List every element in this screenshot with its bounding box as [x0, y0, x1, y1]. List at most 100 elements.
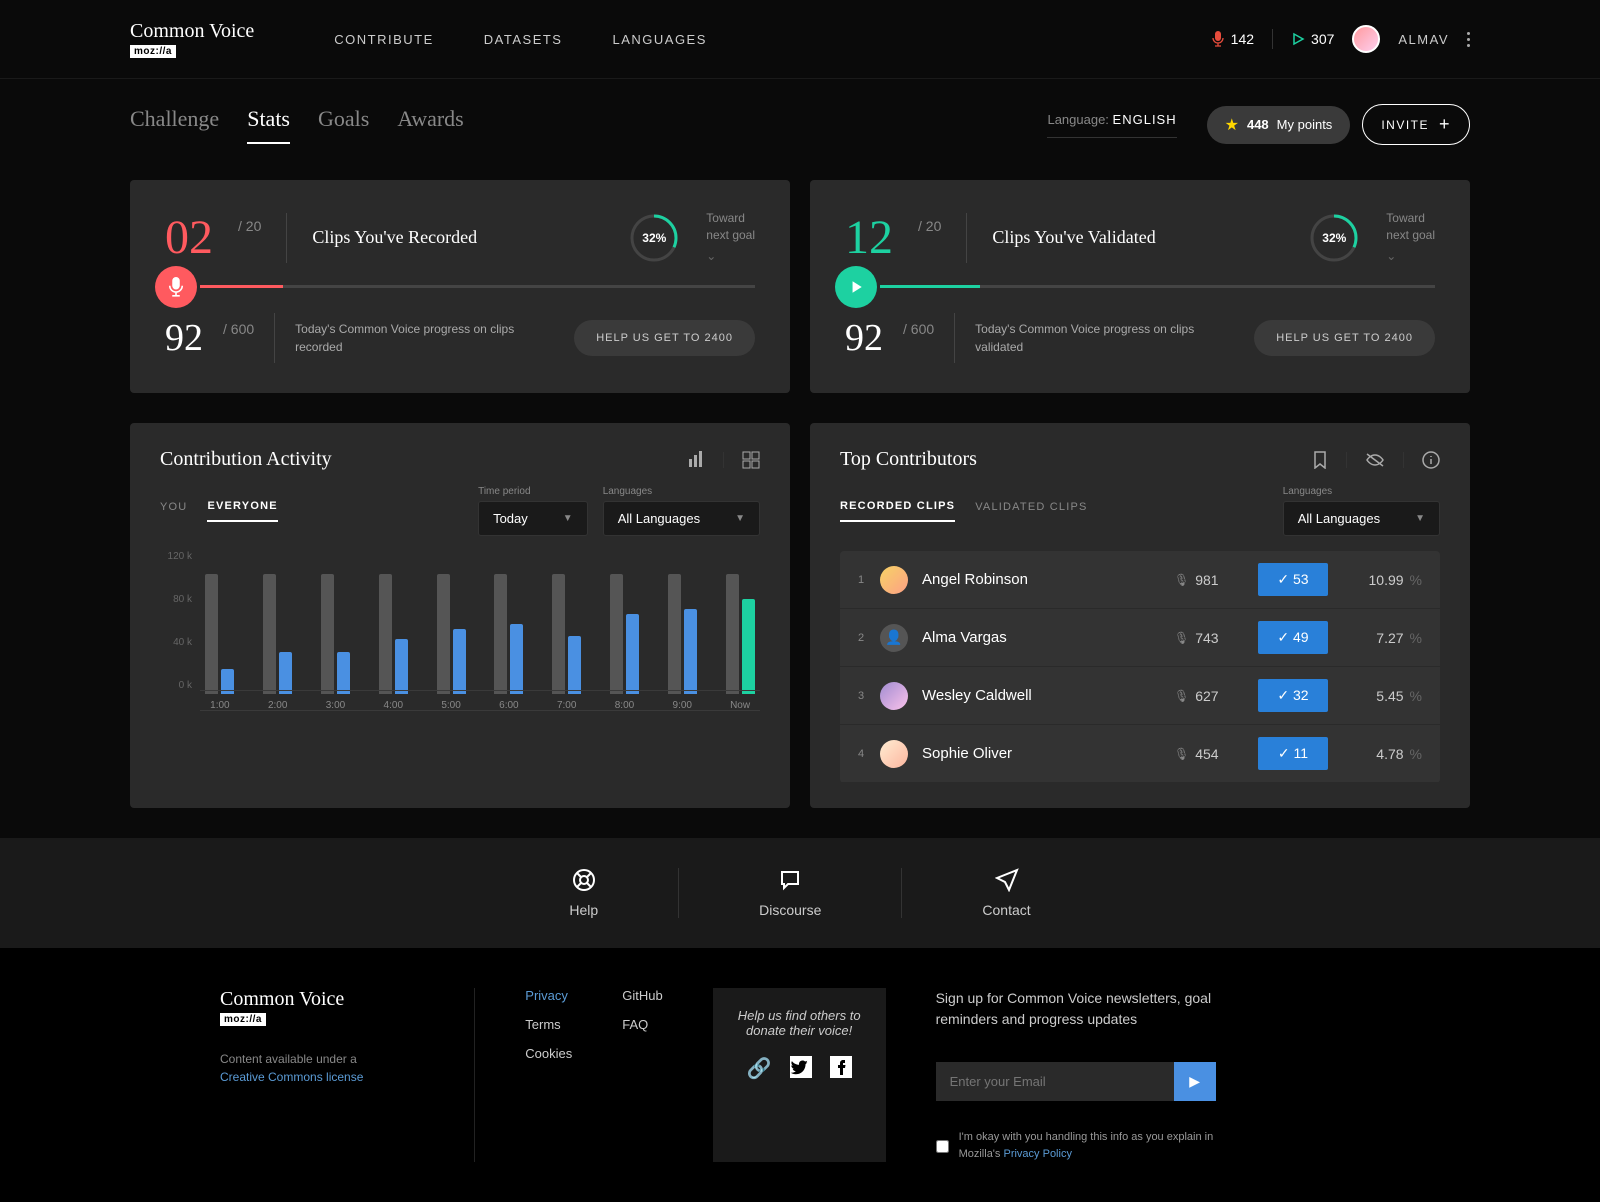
- language-select[interactable]: All Languages ▼: [603, 501, 760, 536]
- github-link[interactable]: GitHub: [622, 988, 662, 1003]
- discourse-icon: [778, 868, 802, 892]
- help-button[interactable]: HELP US GET TO 2400: [1254, 320, 1435, 356]
- table-row[interactable]: 2 👤 Alma Vargas 🎙743 ✓ 49 7.27%: [840, 609, 1440, 667]
- consent-checkbox[interactable]: I'm okay with you handling this info as …: [936, 1129, 1216, 1162]
- recorded-count-value: 142: [1231, 31, 1254, 47]
- contact-icon: [995, 868, 1019, 892]
- period-select[interactable]: Today ▼: [478, 501, 588, 536]
- bar-chart-icon[interactable]: [687, 451, 705, 469]
- terms-link[interactable]: Terms: [525, 1017, 572, 1032]
- recorded-number: 02: [165, 210, 213, 265]
- divider: [1403, 452, 1404, 468]
- twitter-icon[interactable]: [790, 1056, 812, 1081]
- plus-icon: +: [1439, 114, 1451, 135]
- contributor-name: Angel Robinson: [922, 571, 1160, 588]
- eye-off-icon[interactable]: [1365, 452, 1385, 468]
- percent: 5.45%: [1342, 688, 1422, 704]
- recorded-title: Clips You've Recorded: [312, 227, 602, 248]
- chevron-down-icon: ▼: [563, 513, 573, 524]
- tab-validated-clips[interactable]: VALIDATED CLIPS: [975, 501, 1087, 521]
- rank: 2: [858, 632, 866, 644]
- avatar: 👤: [880, 624, 908, 652]
- validated-total: / 20: [918, 218, 941, 234]
- divider: [901, 868, 902, 918]
- help-button[interactable]: HELP US GET TO 2400: [574, 320, 755, 356]
- table-row[interactable]: 3 Wesley Caldwell 🎙627 ✓ 32 5.45%: [840, 667, 1440, 725]
- tab-recorded-clips[interactable]: RECORDED CLIPS: [840, 500, 955, 522]
- language-select[interactable]: All Languages ▼: [1283, 501, 1440, 536]
- avatar: [880, 740, 908, 768]
- tab-everyone[interactable]: EVERYONE: [207, 500, 277, 522]
- privacy-link[interactable]: Privacy: [525, 988, 572, 1003]
- recorded-total: / 20: [238, 218, 261, 234]
- progress-bar: [880, 285, 1435, 288]
- recorded-stat: 🎙981: [1174, 572, 1244, 588]
- nav-contribute[interactable]: CONTRIBUTE: [334, 32, 434, 47]
- bookmark-icon[interactable]: [1312, 451, 1328, 469]
- donate-box: Help us find others to donate their voic…: [713, 988, 886, 1162]
- tab-you[interactable]: YOU: [160, 501, 187, 521]
- faq-link[interactable]: FAQ: [622, 1017, 662, 1032]
- contributor-name: Alma Vargas: [922, 629, 1160, 646]
- avatar[interactable]: [1352, 25, 1380, 53]
- link-icon[interactable]: 🔗: [747, 1056, 772, 1081]
- rank: 1: [858, 574, 866, 586]
- logo-text: Common Voice: [130, 20, 254, 43]
- tab-goals[interactable]: Goals: [318, 106, 369, 144]
- recorded-count[interactable]: 142: [1211, 31, 1254, 47]
- contributor-name: Wesley Caldwell: [922, 687, 1160, 704]
- facebook-icon[interactable]: [830, 1056, 852, 1081]
- rank: 3: [858, 690, 866, 702]
- help-link[interactable]: Help: [569, 868, 598, 918]
- play-icon[interactable]: [835, 266, 877, 308]
- divider: [274, 313, 275, 363]
- invite-button[interactable]: INVITE +: [1362, 104, 1470, 145]
- discourse-link[interactable]: Discourse: [759, 868, 821, 918]
- record-icon[interactable]: [155, 266, 197, 308]
- license-link[interactable]: Creative Commons license: [220, 1070, 363, 1084]
- period-label: Time period: [478, 486, 588, 497]
- mic-icon: [1211, 31, 1225, 47]
- more-menu-icon[interactable]: [1467, 32, 1470, 47]
- star-icon: ★: [1225, 115, 1239, 135]
- username[interactable]: ALMAV: [1398, 32, 1449, 47]
- privacy-policy-link[interactable]: Privacy Policy: [1003, 1148, 1071, 1160]
- language-selector[interactable]: Language: ENGLISH: [1047, 112, 1176, 138]
- validated-count[interactable]: 307: [1291, 31, 1334, 47]
- gauge-value: 32%: [1322, 231, 1346, 245]
- table-row[interactable]: 1 Angel Robinson 🎙981 ✓ 53 10.99%: [840, 551, 1440, 609]
- contributor-name: Sophie Oliver: [922, 745, 1160, 762]
- progress-bar: [200, 285, 755, 288]
- contact-link[interactable]: Contact: [982, 868, 1030, 918]
- info-icon[interactable]: [1422, 451, 1440, 469]
- rank: 4: [858, 748, 866, 760]
- cookies-link[interactable]: Cookies: [525, 1046, 572, 1061]
- nav-languages[interactable]: LANGUAGES: [612, 32, 706, 47]
- validated-badge: ✓ 11: [1258, 737, 1328, 770]
- logo[interactable]: Common Voice moz://a: [130, 20, 254, 58]
- points-badge[interactable]: ★ 448 My points: [1207, 106, 1351, 144]
- chevron-down-icon: ⌄: [1386, 248, 1435, 265]
- consent-input[interactable]: [936, 1131, 949, 1162]
- validated-title: Clips You've Validated: [992, 227, 1282, 248]
- mic-icon: 🎙: [1174, 689, 1189, 703]
- email-input[interactable]: [936, 1062, 1174, 1101]
- goal-text[interactable]: Toward next goal ⌄: [1386, 210, 1435, 264]
- divider: [474, 988, 475, 1162]
- goal-text[interactable]: Toward next goal ⌄: [706, 210, 755, 264]
- activity-title: Contribution Activity: [160, 448, 332, 471]
- email-submit-button[interactable]: ▶: [1174, 1062, 1216, 1101]
- avatar: [880, 682, 908, 710]
- top-title: Top Contributors: [840, 448, 977, 471]
- tab-awards[interactable]: Awards: [397, 106, 463, 144]
- top-contributors-panel: Top Contributors RECORDED CLIPS VALIDATE…: [810, 423, 1470, 808]
- nav-datasets[interactable]: DATASETS: [484, 32, 563, 47]
- table-row[interactable]: 4 Sophie Oliver 🎙454 ✓ 11 4.78%: [840, 725, 1440, 783]
- validated-number: 12: [845, 210, 893, 265]
- divider: [723, 452, 724, 468]
- grid-icon[interactable]: [742, 451, 760, 469]
- chevron-down-icon: ⌄: [706, 248, 755, 265]
- activity-panel: Contribution Activity YOU EVERYONE Time …: [130, 423, 790, 808]
- tab-challenge[interactable]: Challenge: [130, 106, 219, 144]
- tab-stats[interactable]: Stats: [247, 106, 290, 144]
